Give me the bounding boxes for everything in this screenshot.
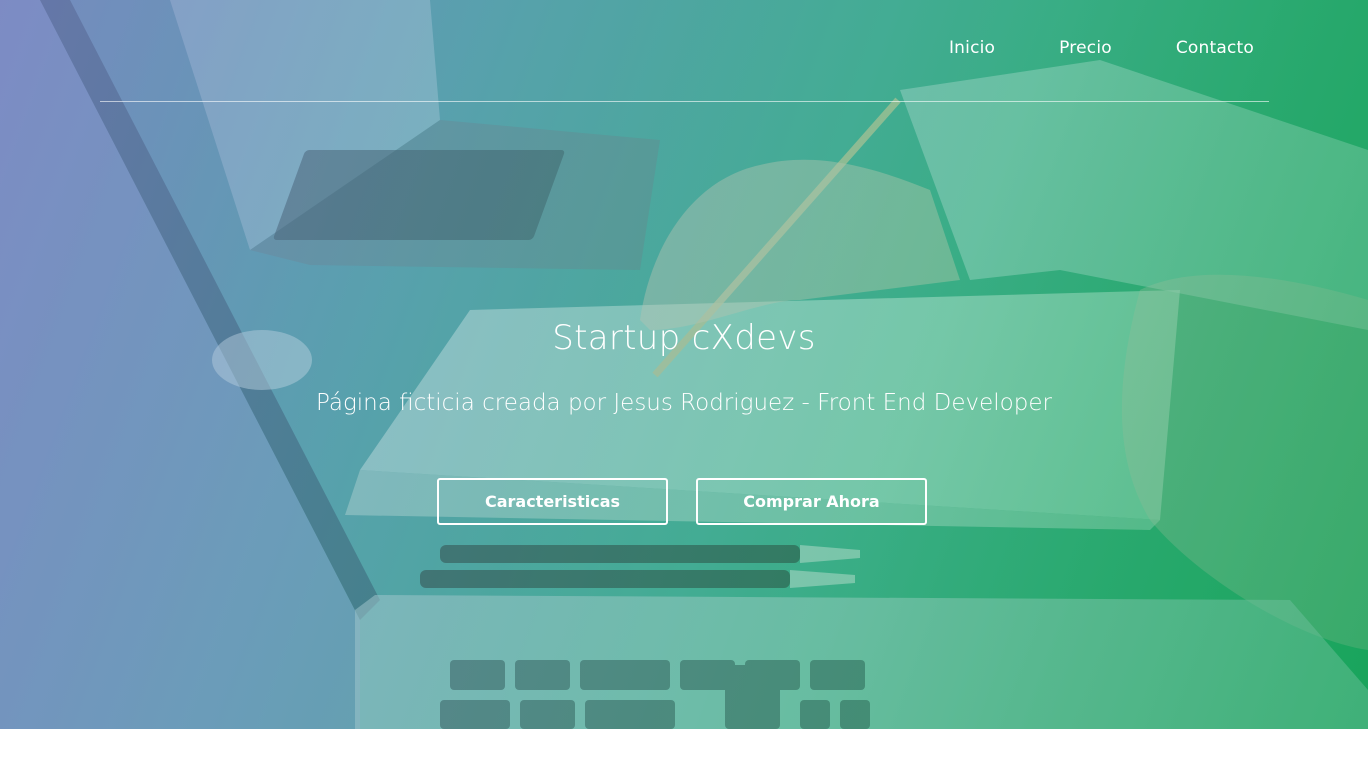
features-button[interactable]: Caracteristicas <box>437 478 668 525</box>
hero-subtitle: Página ficticia creada por Jesus Rodrigu… <box>316 390 1052 416</box>
gradient-overlay <box>0 0 1368 729</box>
hero-title: Startup cXdevs <box>552 318 816 358</box>
nav-link-contacto[interactable]: Contacto <box>1176 38 1254 58</box>
nav-link-inicio[interactable]: Inicio <box>949 38 995 58</box>
main-nav: Inicio Precio Contacto <box>885 38 1254 58</box>
buy-now-button[interactable]: Comprar Ahora <box>696 478 927 525</box>
nav-divider <box>100 101 1269 102</box>
hero-section: Inicio Precio Contacto Startup cXdevs Pá… <box>0 0 1368 729</box>
nav-link-precio[interactable]: Precio <box>1059 38 1112 58</box>
